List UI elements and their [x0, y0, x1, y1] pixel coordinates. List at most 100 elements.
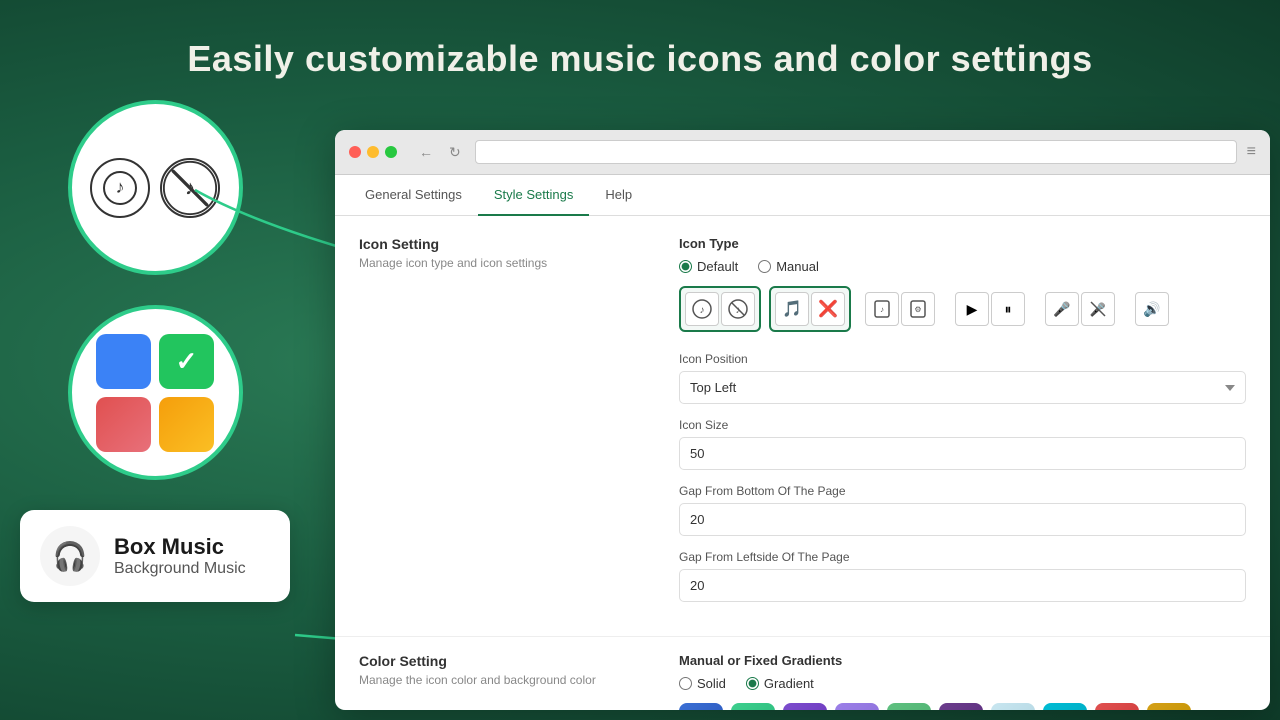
swatch-gold[interactable] — [1147, 703, 1191, 710]
icon-pause[interactable]: ⏸ — [991, 292, 1025, 326]
icon-setting-title: Icon Setting — [359, 236, 639, 252]
headphone-icon: 🎧 — [40, 526, 100, 586]
radio-default-input[interactable] — [679, 260, 692, 273]
tab-style-settings[interactable]: Style Settings — [478, 175, 590, 216]
svg-text:♪: ♪ — [116, 177, 125, 197]
svg-text:♪: ♪ — [880, 305, 884, 314]
color-setting-controls: Manual or Fixed Gradients Solid Gradient — [679, 653, 1246, 710]
icon-size-input[interactable] — [679, 437, 1246, 470]
icon-previews: ♪ ♪ 🎵 ❌ ♪ — [679, 286, 1246, 332]
radio-solid[interactable]: Solid — [679, 676, 726, 691]
music-off-icon: ♪ — [160, 158, 220, 218]
icon-play[interactable]: ▶ — [955, 292, 989, 326]
browser-tabs: General Settings Style Settings Help — [335, 175, 1270, 216]
music-on-icon: ♪ — [90, 158, 150, 218]
swatch-mint[interactable] — [887, 703, 931, 710]
icon-group-controls[interactable]: 🎵 ❌ — [769, 286, 851, 332]
box-music-card: 🎧 Box Music Background Music — [20, 510, 290, 602]
box-music-subtitle: Background Music — [114, 560, 246, 578]
color-setting-title: Color Setting — [359, 653, 639, 669]
icon-group-volume[interactable]: 🔊 — [1129, 286, 1175, 332]
swatch-blue[interactable] — [679, 703, 723, 710]
gradient-radio-group: Solid Gradient — [679, 676, 1246, 691]
icon-type-section: Icon Type Default Manual — [679, 236, 1246, 332]
traffic-lights — [349, 146, 397, 158]
icon-group-playpause[interactable]: ▶ ⏸ — [949, 286, 1031, 332]
icon-type-label: Icon Type — [679, 236, 1246, 251]
gap-left-group: Gap From Leftside Of The Page — [679, 550, 1246, 602]
icon-volume[interactable]: 🔊 — [1135, 292, 1169, 326]
icon-music-on[interactable]: ♪ — [685, 292, 719, 326]
radio-solid-input[interactable] — [679, 677, 692, 690]
radio-default[interactable]: Default — [679, 259, 738, 274]
color-swatches-circle: ✓ — [68, 305, 243, 480]
icon-group-page[interactable]: ♪ ⚙ — [859, 286, 941, 332]
browser-window: ← ↻ ≡ General Settings Style Settings He… — [335, 130, 1270, 710]
icon-note-cross[interactable]: 🎵 — [775, 292, 809, 326]
swatch-cyan[interactable] — [1043, 703, 1087, 710]
color-swatches-row: ✓ — [679, 703, 1246, 710]
left-panel: ♪ ♪ ✓ 🎧 Box Music Ba — [20, 100, 290, 602]
svg-text:♪: ♪ — [700, 305, 705, 316]
settings-left: Icon Setting Manage icon type and icon s… — [359, 236, 639, 616]
swatch-red[interactable] — [1095, 703, 1139, 710]
icon-music-off[interactable]: ♪ — [721, 292, 755, 326]
swatch-lavender[interactable] — [835, 703, 879, 710]
swatch-yellow — [159, 397, 214, 452]
gap-bottom-input[interactable] — [679, 503, 1246, 536]
radio-manual-input[interactable] — [758, 260, 771, 273]
icon-mic-off[interactable]: 🎤 — [1081, 292, 1115, 326]
icon-type-radio-group: Default Manual — [679, 259, 1246, 274]
icon-note-x[interactable]: ❌ — [811, 292, 845, 326]
icon-mic-on[interactable]: 🎤 — [1045, 292, 1079, 326]
color-setting-desc: Manage the icon color and background col… — [359, 673, 639, 687]
gap-bottom-label: Gap From Bottom Of The Page — [679, 484, 1246, 498]
address-bar[interactable] — [475, 140, 1237, 164]
maximize-button[interactable] — [385, 146, 397, 158]
browser-nav: ← ↻ — [415, 142, 465, 163]
main-heading: Easily customizable music icons and colo… — [0, 38, 1280, 80]
browser-menu-icon: ≡ — [1247, 143, 1256, 161]
icon-size-label: Icon Size — [679, 418, 1246, 432]
swatch-dark-purple[interactable] — [939, 703, 983, 710]
icon-page1[interactable]: ♪ — [865, 292, 899, 326]
box-music-text: Box Music Background Music — [114, 534, 246, 578]
color-grid: ✓ — [76, 314, 234, 472]
color-setting-section: Color Setting Manage the icon color and … — [335, 636, 1270, 710]
swatch-teal[interactable]: ✓ — [731, 703, 775, 710]
back-button[interactable]: ← — [415, 142, 437, 163]
swatch-blue — [96, 334, 151, 389]
icon-group-mic[interactable]: 🎤 🎤 — [1039, 286, 1121, 332]
swatch-green: ✓ — [159, 334, 214, 389]
tab-general-settings[interactable]: General Settings — [349, 175, 478, 216]
icon-pair: ♪ ♪ — [90, 158, 220, 218]
tab-help[interactable]: Help — [589, 175, 648, 216]
settings-right: Icon Type Default Manual — [679, 236, 1246, 616]
gradient-label: Manual or Fixed Gradients — [679, 653, 1246, 668]
radio-manual[interactable]: Manual — [758, 259, 819, 274]
gap-left-label: Gap From Leftside Of The Page — [679, 550, 1246, 564]
minimize-button[interactable] — [367, 146, 379, 158]
icon-page2[interactable]: ⚙ — [901, 292, 935, 326]
gap-left-input[interactable] — [679, 569, 1246, 602]
icon-position-group: Icon Position Top Left Top Right Bottom … — [679, 352, 1246, 404]
icon-group-music-notes[interactable]: ♪ ♪ — [679, 286, 761, 332]
color-setting-labels: Color Setting Manage the icon color and … — [359, 653, 639, 710]
icon-position-label: Icon Position — [679, 352, 1246, 366]
svg-text:⚙: ⚙ — [914, 305, 921, 314]
icon-size-group: Icon Size — [679, 418, 1246, 470]
radio-gradient[interactable]: Gradient — [746, 676, 814, 691]
music-icons-circle: ♪ ♪ — [68, 100, 243, 275]
swatch-light-blue[interactable] — [991, 703, 1035, 710]
reload-button[interactable]: ↻ — [445, 142, 465, 163]
swatch-purple[interactable] — [783, 703, 827, 710]
radio-gradient-input[interactable] — [746, 677, 759, 690]
box-music-title: Box Music — [114, 534, 246, 560]
browser-chrome: ← ↻ ≡ — [335, 130, 1270, 175]
close-button[interactable] — [349, 146, 361, 158]
icon-position-select[interactable]: Top Left Top Right Bottom Left Bottom Ri… — [679, 371, 1246, 404]
settings-content: Icon Setting Manage icon type and icon s… — [335, 216, 1270, 636]
color-setting-layout: Color Setting Manage the icon color and … — [359, 653, 1246, 710]
swatch-red — [96, 397, 151, 452]
icon-setting-desc: Manage icon type and icon settings — [359, 256, 639, 270]
